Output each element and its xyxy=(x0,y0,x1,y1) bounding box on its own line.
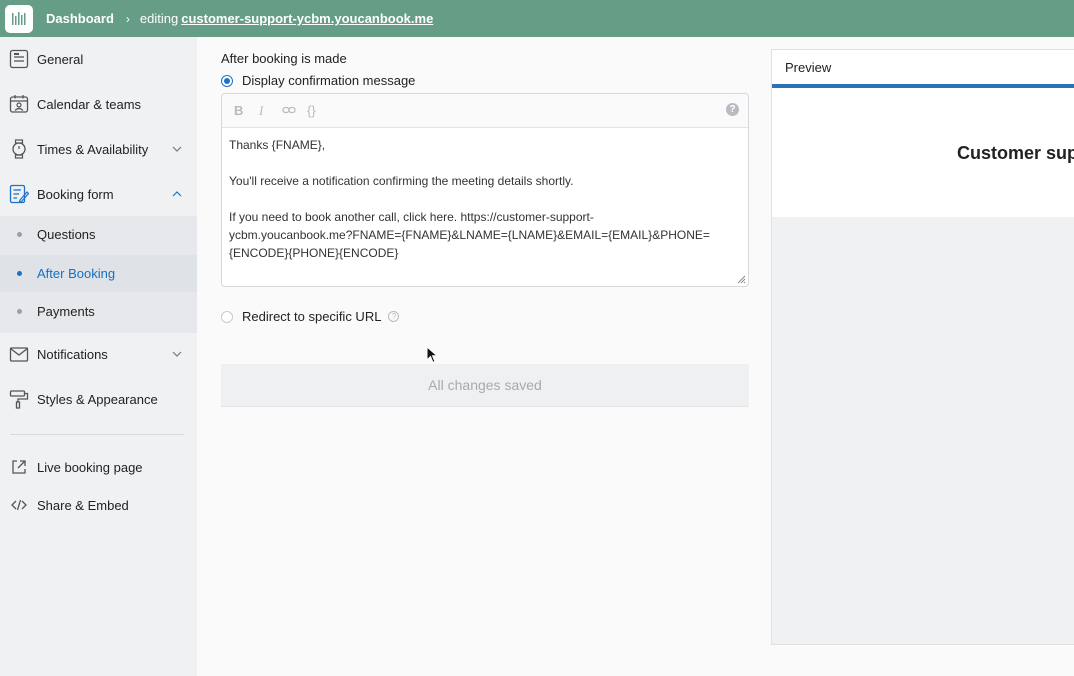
option-label: Redirect to specific URL xyxy=(242,309,382,324)
sidebar-item-label: Calendar & teams xyxy=(37,96,142,112)
bold-button[interactable]: B xyxy=(234,103,243,118)
save-status-button[interactable]: All changes saved xyxy=(221,364,749,407)
sidebar: General Calendar & teams Times & Availab… xyxy=(0,37,197,676)
message-text[interactable]: Thanks {FNAME}, You'll receive a notific… xyxy=(222,128,748,270)
link-icon[interactable] xyxy=(282,104,296,116)
paint-roller-icon xyxy=(9,390,29,409)
breadcrumb-url-link[interactable]: customer-support-ycbm.youcanbook.me xyxy=(181,11,433,26)
sidebar-subitem-label: Questions xyxy=(37,227,96,242)
mouse-cursor-icon xyxy=(426,346,438,364)
sidebar-item-calendar[interactable]: Calendar & teams xyxy=(0,93,197,115)
radio-display-message[interactable] xyxy=(221,74,233,87)
italic-button[interactable]: I xyxy=(259,103,263,119)
help-circle-icon[interactable]: ? xyxy=(388,311,400,322)
sidebar-item-general[interactable]: General xyxy=(0,48,197,70)
sidebar-item-label: Notifications xyxy=(37,346,108,362)
sidebar-item-notifications[interactable]: Notifications xyxy=(0,343,197,365)
message-editor[interactable]: B I {} ? Thanks {FNAME}, You'll receive … xyxy=(221,93,749,287)
sidebar-item-label: General xyxy=(37,51,84,67)
sidebar-subitem-questions[interactable]: Questions xyxy=(0,216,197,253)
sidebar-item-label: Share & Embed xyxy=(37,497,129,513)
sidebar-item-booking-form[interactable]: Booking form xyxy=(0,183,197,205)
resize-handle-icon[interactable] xyxy=(736,274,746,284)
bullet-icon xyxy=(17,232,22,237)
section-title: After booking is made xyxy=(221,51,347,66)
bullet-icon xyxy=(17,309,22,314)
code-icon xyxy=(11,499,27,511)
chevron-down-icon xyxy=(172,146,182,152)
breadcrumb-editing-label: editing xyxy=(139,11,179,26)
chevron-right-icon: › xyxy=(125,11,130,26)
preview-panel: Preview Customer sup xyxy=(771,49,1074,645)
form-doc-icon xyxy=(9,49,29,69)
option-display-message[interactable]: Display confirmation message xyxy=(221,73,415,88)
preview-header: Preview xyxy=(772,50,1074,88)
chevron-down-icon xyxy=(172,351,182,357)
variables-button[interactable]: {} xyxy=(307,103,316,118)
bullet-icon xyxy=(17,271,22,276)
sidebar-item-label: Live booking page xyxy=(37,459,143,475)
sidebar-divider xyxy=(10,434,184,435)
sidebar-subitem-after-booking[interactable]: After Booking xyxy=(0,255,197,292)
help-icon[interactable]: ? xyxy=(726,103,739,116)
external-link-icon xyxy=(12,460,26,474)
radio-redirect-url[interactable] xyxy=(221,310,233,323)
sidebar-subitem-label: After Booking xyxy=(37,266,116,281)
option-label: Display confirmation message xyxy=(242,73,416,88)
calendar-team-icon xyxy=(9,95,29,113)
form-edit-icon xyxy=(9,184,29,204)
sidebar-item-times[interactable]: Times & Availability xyxy=(0,138,197,160)
sidebar-subitem-payments[interactable]: Payments xyxy=(0,293,197,330)
sidebar-item-label: Times & Availability xyxy=(37,141,149,157)
preview-page: Customer sup xyxy=(772,88,1074,217)
sidebar-item-label: Styles & Appearance xyxy=(37,391,158,407)
sidebar-subitem-label: Payments xyxy=(37,304,95,319)
top-bar: Dashboard › editing customer-support-ycb… xyxy=(0,0,1074,37)
sidebar-item-live-booking-page[interactable]: Live booking page xyxy=(0,456,197,478)
app-logo-icon[interactable] xyxy=(5,4,33,33)
preview-title: Customer sup xyxy=(957,143,1074,163)
watch-icon xyxy=(12,139,26,159)
editor-toolbar: B I {} ? xyxy=(222,94,748,128)
sidebar-item-styles[interactable]: Styles & Appearance xyxy=(0,388,197,410)
chevron-up-icon xyxy=(172,191,182,197)
envelope-icon xyxy=(9,347,29,362)
breadcrumb-dashboard[interactable]: Dashboard xyxy=(46,11,114,26)
option-redirect-url[interactable]: Redirect to specific URL ? xyxy=(221,309,400,324)
sidebar-item-label: Booking form xyxy=(37,186,114,202)
sidebar-item-share-embed[interactable]: Share & Embed xyxy=(0,494,197,516)
